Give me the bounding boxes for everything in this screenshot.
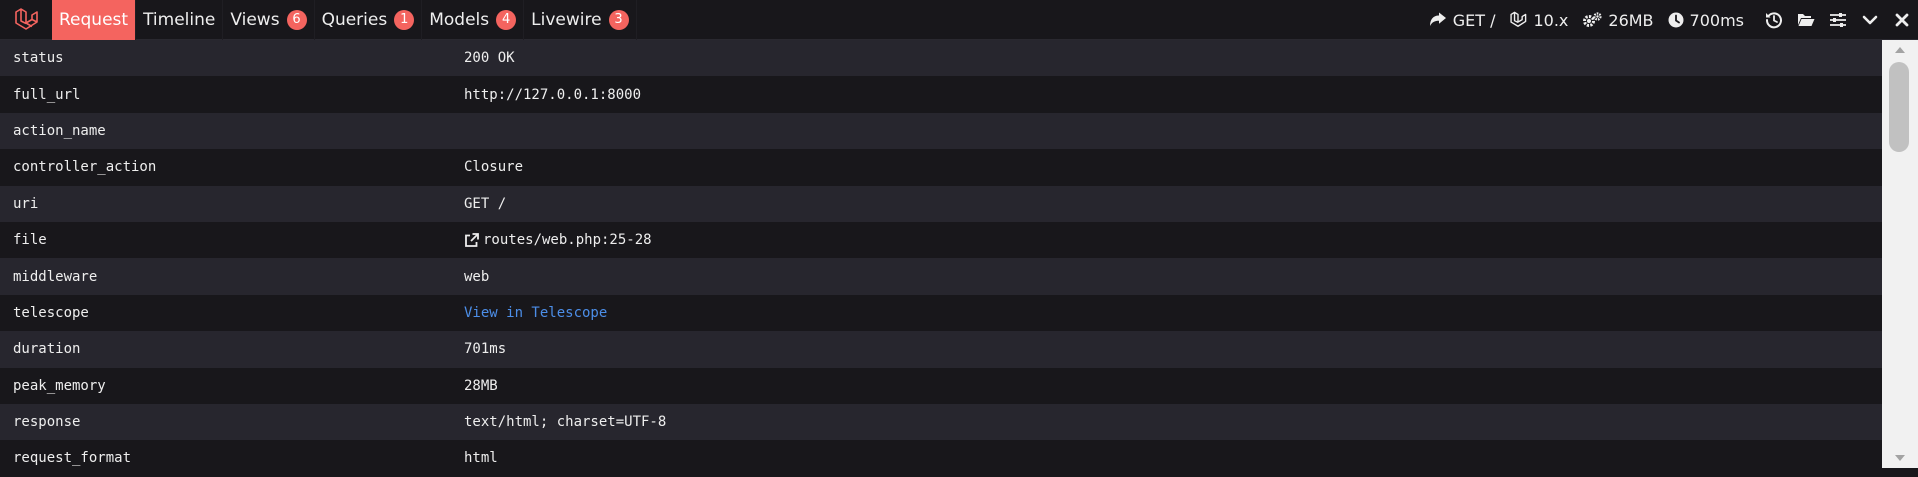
queries-count-badge: 1 (394, 9, 415, 30)
tab-timeline[interactable]: Timeline (136, 0, 224, 40)
scroll-thumb[interactable] (1889, 62, 1909, 152)
row-key: middleware (13, 268, 98, 285)
table-row: peak_memory 28MB (0, 367, 1882, 404)
settings-button[interactable] (1822, 0, 1854, 40)
tab-views[interactable]: Views 6 (223, 0, 315, 40)
row-key: action_name (13, 122, 106, 139)
table-row: telescope View in Telescope (0, 294, 1882, 332)
tab-livewire-label: Livewire (531, 9, 602, 30)
tab-livewire[interactable]: Livewire 3 (524, 0, 637, 40)
table-row: request_format html (0, 440, 1882, 477)
chevron-down-icon (1862, 15, 1878, 25)
laravel-logo[interactable] (0, 0, 52, 40)
header-right-group: GET / 10.x 26MB 700ms (1429, 0, 1918, 40)
tab-views-label: Views (230, 9, 280, 30)
memory-stat-label: 26MB (1608, 10, 1654, 30)
tab-queries-label: Queries (321, 9, 388, 30)
tab-models-label: Models (429, 9, 490, 30)
external-link-icon (465, 232, 479, 247)
row-key: full_url (13, 86, 81, 103)
tab-timeline-label: Timeline (143, 9, 216, 30)
file-link-text: routes/web.php:25-28 (483, 232, 652, 249)
version-stat[interactable]: 10.x (1509, 11, 1568, 30)
scroll-up-arrow[interactable] (1882, 42, 1918, 58)
minimize-button[interactable] (1854, 0, 1886, 40)
open-button[interactable] (1790, 0, 1822, 40)
row-value: 28MB (464, 377, 498, 394)
row-value: GET / (464, 195, 507, 212)
row-value: web (464, 268, 490, 285)
row-key: response (13, 414, 81, 431)
scroll-down-arrow[interactable] (1882, 450, 1918, 466)
request-details-table: status 200 OK full_url http://127.0.0.1:… (0, 40, 1882, 477)
memory-stat[interactable]: 26MB (1582, 10, 1654, 30)
clock-icon (1668, 12, 1684, 28)
row-key: controller_action (13, 159, 157, 176)
vertical-scrollbar[interactable] (1882, 40, 1918, 468)
gears-icon (1583, 12, 1602, 27)
row-key: peak_memory (13, 377, 106, 394)
table-row: uri GET / (0, 185, 1882, 222)
file-link[interactable]: routes/web.php:25-28 (464, 232, 652, 248)
table-row: response text/html; charset=UTF-8 (0, 403, 1882, 441)
table-row: action_name (0, 112, 1882, 150)
row-value: http://127.0.0.1:8000 (464, 86, 642, 103)
row-value: Closure (464, 159, 524, 176)
route-stat[interactable]: GET / (1429, 10, 1496, 30)
tab-request-label: Request (59, 9, 129, 30)
time-stat[interactable]: 700ms (1668, 11, 1744, 30)
row-value: 701ms (464, 341, 507, 358)
history-button[interactable] (1758, 0, 1790, 40)
tab-queries[interactable]: Queries 1 (315, 0, 423, 40)
row-key: uri (13, 195, 39, 212)
row-value: routes/web.php:25-28 (464, 232, 1882, 248)
models-count-badge: 4 (496, 9, 517, 30)
history-icon (1765, 12, 1782, 29)
table-row: file routes/web.php:25-28 (0, 221, 1882, 259)
table-row: full_url http://127.0.0.1:8000 (0, 76, 1882, 113)
table-row: duration 701ms (0, 331, 1882, 368)
close-icon (1895, 13, 1909, 27)
time-stat-label: 700ms (1689, 10, 1744, 30)
row-value: text/html; charset=UTF-8 (464, 414, 667, 431)
route-stat-label: GET / (1452, 10, 1496, 30)
close-button[interactable] (1886, 0, 1918, 40)
share-arrow-icon (1429, 12, 1446, 26)
tab-request[interactable]: Request (52, 0, 137, 40)
row-key: file (13, 232, 47, 249)
views-count-badge: 6 (286, 9, 307, 30)
debugbar-header: Request Timeline Views 6 Queries 1 Model… (0, 0, 1918, 40)
folder-open-icon (1798, 14, 1815, 26)
row-value: html (464, 450, 498, 467)
livewire-count-badge: 3 (608, 9, 629, 30)
table-row: status 200 OK (0, 40, 1882, 77)
table-row: controller_action Closure (0, 149, 1882, 186)
row-key: duration (13, 341, 81, 358)
row-value: 200 OK (464, 50, 515, 67)
row-value: View in Telescope (464, 305, 1882, 321)
row-key: status (13, 50, 64, 67)
telescope-link[interactable]: View in Telescope (464, 305, 607, 321)
sliders-icon (1830, 13, 1846, 27)
triangle-up-icon (1895, 47, 1905, 53)
table-row: middleware web (0, 258, 1882, 295)
tab-models[interactable]: Models 4 (422, 0, 525, 40)
row-key: request_format (13, 450, 132, 467)
laravel-version-icon (1510, 11, 1527, 27)
row-key: telescope (13, 304, 89, 321)
triangle-down-icon (1895, 455, 1905, 461)
version-stat-label: 10.x (1533, 10, 1569, 30)
